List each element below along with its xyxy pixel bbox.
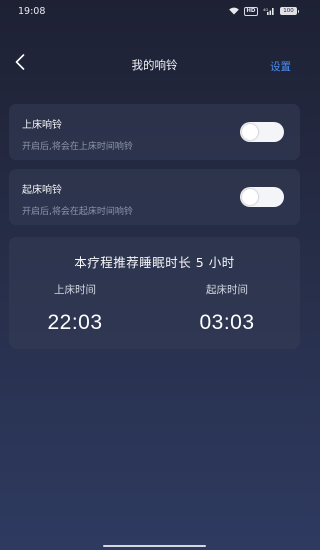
bedtime-column: 上床时间 22:03 — [15, 282, 135, 335]
hd-icon: HD — [243, 6, 258, 16]
bedtime-alarm-description: 开启后,将会在上床时间响铃 — [22, 142, 133, 152]
wake-alarm-description: 开启后,将会在起床时间响铃 — [22, 207, 133, 217]
status-bar: 19:08 HD 4G 100 — [0, 0, 309, 22]
bedtime-label: 上床时间 — [54, 284, 96, 296]
toggle-knob — [242, 189, 258, 205]
toggle-knob — [242, 124, 258, 140]
wifi-icon — [229, 7, 239, 15]
bedtime-alarm-toggle[interactable] — [240, 122, 284, 142]
bedtime-alarm-card: 上床响铃 开启后,将会在上床时间响铃 — [9, 104, 300, 160]
bedtime-value: 22:03 — [47, 311, 103, 334]
settings-button[interactable]: 设置 — [270, 59, 291, 74]
status-icons: HD 4G 100 — [229, 6, 299, 16]
wake-alarm-toggle[interactable] — [240, 187, 284, 207]
network-label: 4G — [263, 7, 268, 12]
bedtime-alarm-title: 上床响铃 — [22, 120, 62, 131]
wake-value: 03:03 — [199, 311, 255, 334]
status-time: 19:08 — [18, 5, 46, 17]
home-indicator[interactable] — [103, 545, 206, 547]
wake-alarm-title: 起床响铃 — [22, 185, 62, 196]
wake-alarm-card: 起床响铃 开启后,将会在起床时间响铃 — [9, 169, 300, 225]
battery-icon: 100 — [280, 7, 299, 15]
page-title: 我的响铃 — [131, 58, 178, 72]
signal-icon: 4G — [263, 7, 275, 15]
wake-column: 起床时间 03:03 — [167, 282, 287, 335]
wake-label: 起床时间 — [206, 284, 248, 296]
sleep-summary-card: 本疗程推荐睡眠时长 5 小时 上床时间 22:03 起床时间 03:03 — [9, 237, 300, 349]
sleep-recommendation: 本疗程推荐睡眠时长 5 小时 — [74, 255, 235, 270]
nav-bar: 我的响铃 设置 — [0, 52, 309, 78]
